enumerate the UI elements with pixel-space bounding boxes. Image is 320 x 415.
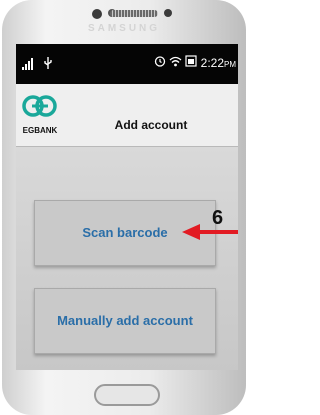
logo-text: EGBANK bbox=[22, 126, 58, 135]
status-meridiem: PM bbox=[224, 60, 236, 69]
phone-bottom-bezel bbox=[2, 370, 246, 415]
red-arrow-annotation bbox=[182, 224, 238, 240]
home-button[interactable] bbox=[94, 384, 160, 406]
status-right-icons: 2:22PM bbox=[154, 55, 236, 70]
page-title: Add account bbox=[114, 118, 188, 132]
status-left-icons bbox=[22, 56, 53, 73]
phone-frame: SAMSUNG 2:22PM EGBANK Add account Scan b… bbox=[2, 0, 246, 415]
device-brand: SAMSUNG bbox=[87, 23, 161, 34]
battery-icon bbox=[185, 55, 197, 67]
egbank-logo-icon bbox=[22, 95, 57, 117]
status-bar: 2:22PM bbox=[16, 44, 238, 84]
status-time: 2:22 bbox=[200, 56, 224, 70]
signal-icon bbox=[22, 58, 33, 70]
wifi-icon bbox=[169, 56, 182, 67]
main-content: Scan barcode Manually add account 6 bbox=[16, 147, 238, 370]
phone-top-bezel: SAMSUNG bbox=[2, 0, 246, 44]
front-camera bbox=[164, 9, 172, 17]
screen: 2:22PM EGBANK Add account Scan barcode M… bbox=[16, 44, 238, 370]
usb-icon bbox=[43, 57, 52, 69]
egbank-logo: EGBANK bbox=[20, 92, 60, 138]
earpiece-speaker bbox=[110, 10, 158, 17]
alarm-icon bbox=[154, 56, 165, 67]
app-bar: EGBANK Add account bbox=[16, 84, 238, 147]
camera-dot bbox=[92, 9, 102, 19]
